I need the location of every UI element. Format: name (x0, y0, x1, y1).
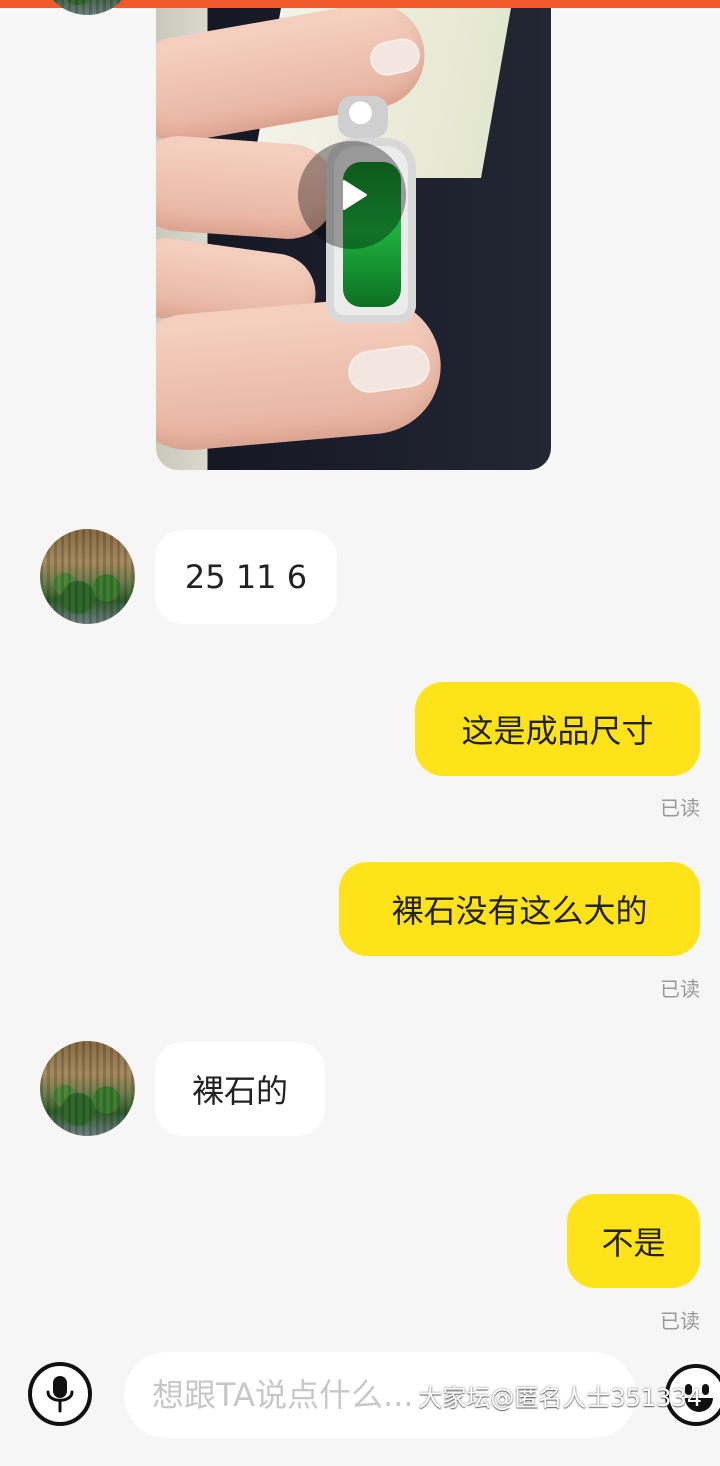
message-text: 25 11 6 (184, 558, 308, 596)
avatar-pattern (40, 0, 135, 15)
read-receipt: 已读 (660, 1309, 700, 1333)
microphone-icon (46, 1376, 74, 1413)
outgoing-message[interactable]: 不是 (567, 1194, 700, 1288)
outgoing-message[interactable]: 这是成品尺寸 (415, 682, 700, 776)
message-text: 裸石的 (191, 1072, 288, 1110)
incoming-message[interactable]: 25 11 6 (155, 530, 337, 624)
contact-avatar[interactable] (40, 1041, 135, 1136)
watermark: 大家坛@匿名人士351334 (418, 1384, 702, 1412)
play-icon (343, 180, 367, 210)
message-text: 这是成品尺寸 (461, 712, 654, 750)
play-button[interactable] (298, 141, 406, 249)
message-text: 裸石没有这么大的 (391, 892, 648, 930)
emoji-icon (702, 1384, 709, 1395)
contact-avatar[interactable] (40, 529, 135, 624)
read-receipt: 已读 (660, 977, 700, 1001)
read-receipt: 已读 (660, 796, 700, 820)
outgoing-message[interactable]: 裸石没有这么大的 (339, 862, 700, 956)
chat-screen: 25 11 6 这是成品尺寸 已读 裸石没有这么大的 已读 裸石的 不是 已读 (0, 0, 720, 1466)
avatar-pattern (40, 529, 135, 624)
avatar-pattern (40, 1041, 135, 1136)
incoming-message[interactable]: 裸石的 (155, 1042, 325, 1136)
contact-avatar[interactable] (40, 0, 135, 15)
pendant-bail (338, 96, 388, 138)
message-text: 不是 (601, 1224, 666, 1262)
voice-input-button[interactable] (28, 1362, 92, 1426)
video-message[interactable] (156, 8, 551, 470)
